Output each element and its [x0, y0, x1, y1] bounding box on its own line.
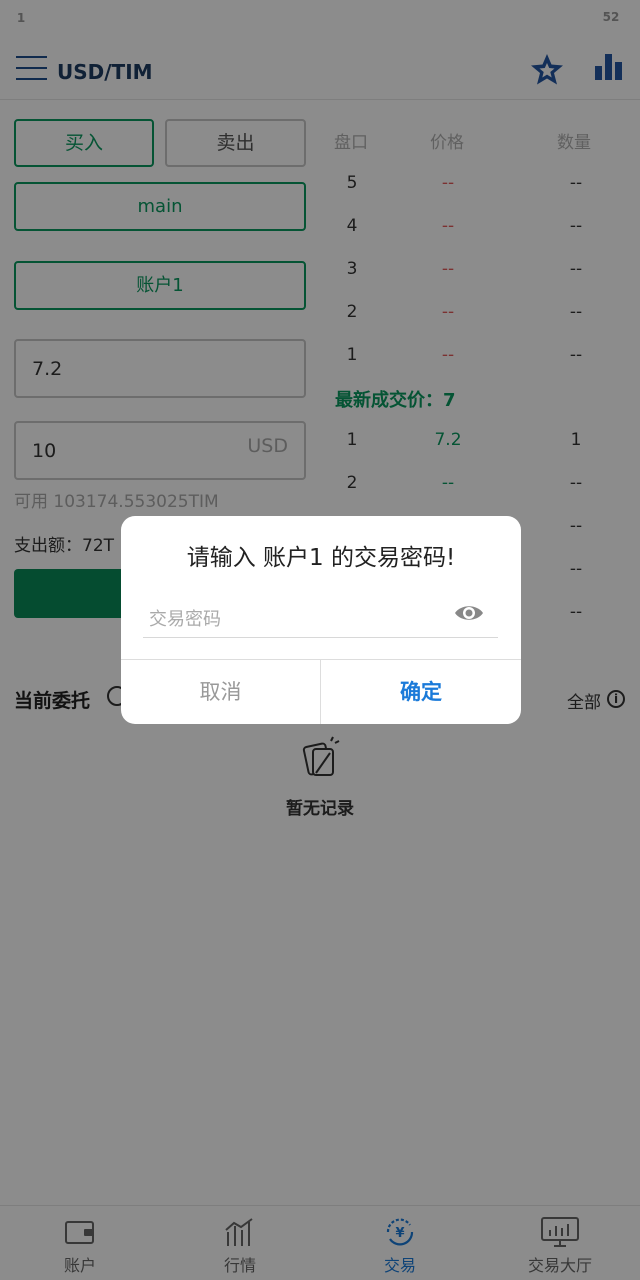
dialog-title: 请输入 账户1 的交易密码! [186, 545, 456, 571]
trade-password-input[interactable] [143, 602, 498, 638]
password-dialog: 请输入 账户1 的交易密码! 取消 确定 [121, 516, 521, 724]
cancel-button[interactable]: 取消 [121, 660, 320, 724]
confirm-button[interactable]: 确定 [321, 660, 521, 724]
eye-icon[interactable] [454, 602, 484, 624]
